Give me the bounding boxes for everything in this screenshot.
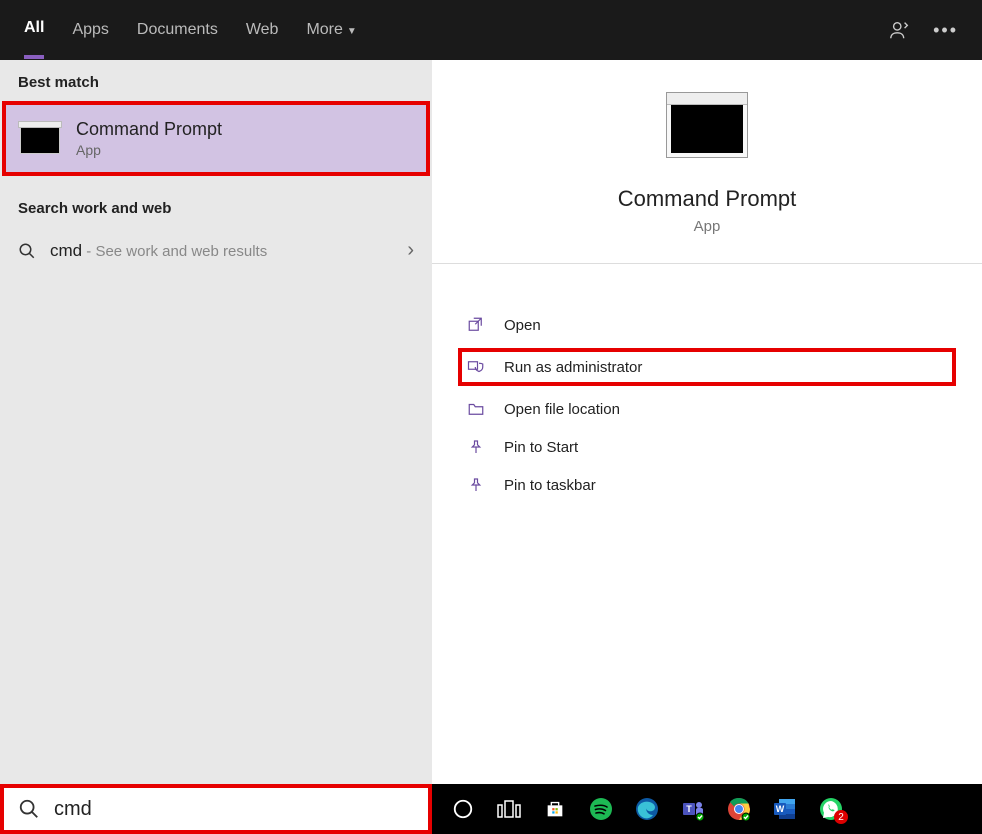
chevron-down-icon: ▼ <box>347 26 357 37</box>
more-options-icon[interactable]: ••• <box>933 20 958 41</box>
pin-taskbar-icon <box>466 476 486 494</box>
action-pin-taskbar[interactable]: Pin to taskbar <box>462 466 952 504</box>
action-open-label: Open <box>504 317 541 334</box>
shield-admin-icon <box>466 358 486 376</box>
tab-apps[interactable]: Apps <box>72 3 108 57</box>
action-open[interactable]: Open <box>462 306 952 344</box>
preview-title: Command Prompt <box>432 186 982 212</box>
preview-pane: Command Prompt App Open Run as administr… <box>432 60 982 784</box>
task-view-icon[interactable] <box>496 796 522 822</box>
preview-subtitle: App <box>432 218 982 235</box>
pin-start-icon <box>466 438 486 456</box>
open-icon <box>466 316 486 334</box>
web-search-result[interactable]: cmd - See work and web results › <box>0 227 432 274</box>
command-prompt-icon <box>20 124 60 154</box>
action-pin-taskbar-label: Pin to taskbar <box>504 477 596 494</box>
folder-location-icon <box>466 400 486 418</box>
best-match-result[interactable]: Command Prompt App <box>6 105 426 172</box>
app-large-icon <box>666 92 748 158</box>
spotify-icon[interactable] <box>588 796 614 822</box>
search-box[interactable] <box>0 784 432 834</box>
tab-more[interactable]: More▼ <box>306 3 356 57</box>
word-icon[interactable]: W <box>772 796 798 822</box>
action-run-admin-label: Run as administrator <box>504 359 642 376</box>
action-pin-start[interactable]: Pin to Start <box>462 428 952 466</box>
results-pane: Best match Command Prompt App Search wor… <box>0 60 432 784</box>
best-match-subtitle: App <box>76 142 222 158</box>
search-icon <box>18 798 40 820</box>
search-web-label: Search work and web <box>0 186 432 227</box>
chrome-icon[interactable] <box>726 796 752 822</box>
best-match-label: Best match <box>0 60 432 101</box>
feedback-icon[interactable] <box>889 19 911 41</box>
taskbar: T W 2 <box>0 784 982 834</box>
search-tabs-bar: All Apps Documents Web More▼ ••• <box>0 0 982 60</box>
search-icon <box>18 242 36 260</box>
best-match-title: Command Prompt <box>76 119 222 140</box>
teams-icon[interactable]: T <box>680 796 706 822</box>
action-pin-start-label: Pin to Start <box>504 439 578 456</box>
web-search-term: cmd <box>50 241 82 260</box>
web-search-hint: - See work and web results <box>82 243 267 260</box>
store-icon[interactable] <box>542 796 568 822</box>
action-open-location[interactable]: Open file location <box>462 390 952 428</box>
action-open-location-label: Open file location <box>504 401 620 418</box>
edge-icon[interactable] <box>634 796 660 822</box>
whatsapp-icon[interactable]: 2 <box>818 796 844 822</box>
svg-text:W: W <box>776 804 785 814</box>
cortana-icon[interactable] <box>450 796 476 822</box>
svg-text:T: T <box>686 804 692 814</box>
notification-badge: 2 <box>834 810 848 824</box>
action-run-admin[interactable]: Run as administrator <box>458 348 956 386</box>
search-input[interactable] <box>54 798 414 821</box>
tab-all[interactable]: All <box>24 1 44 59</box>
chevron-right-icon: › <box>407 239 414 262</box>
tab-documents[interactable]: Documents <box>137 3 218 57</box>
tab-web[interactable]: Web <box>246 3 279 57</box>
